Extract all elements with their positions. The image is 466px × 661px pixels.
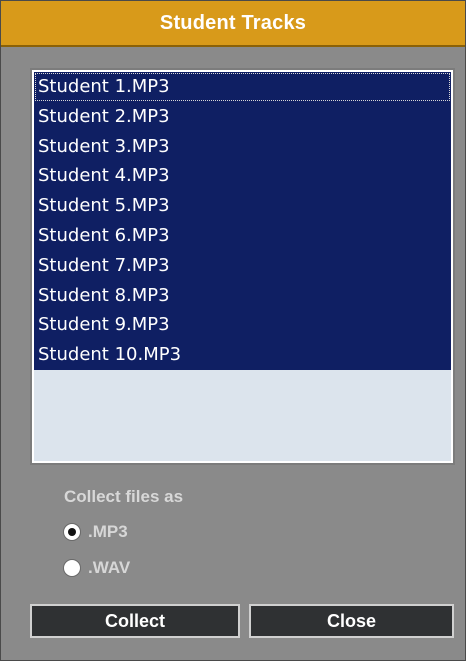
track-item-9[interactable]: Student 9.MP3 [34, 310, 451, 341]
track-item-4[interactable]: Student 4.MP3 [34, 161, 451, 192]
track-item-10[interactable]: Student 10.MP3 [34, 340, 451, 370]
mp3-radio-button[interactable] [63, 523, 81, 541]
track-item-3[interactable]: Student 3.MP3 [34, 131, 451, 162]
track-item-6[interactable]: Student 6.MP3 [34, 220, 451, 251]
tracks-list: Student 1.MP3 Student 2.MP3 Student 3.MP… [34, 72, 451, 461]
collect-files-label: Collect files as [64, 487, 184, 506]
track-item-2[interactable]: Student 2.MP3 [34, 101, 451, 132]
student-tracks-dialog: Student Tracks Student 1.MP3 Student 2.M… [0, 0, 466, 661]
wav-radio-label: .WAV [88, 558, 131, 577]
track-item-8[interactable]: Student 8.MP3 [34, 280, 451, 311]
track-item-5[interactable]: Student 5.MP3 [34, 191, 451, 221]
mp3-radio-option[interactable]: .MP3 [63, 520, 128, 544]
collect-button[interactable]: Collect [30, 604, 240, 638]
tracks-listbox[interactable]: Student 1.MP3 Student 2.MP3 Student 3.MP… [30, 68, 455, 465]
track-item-7[interactable]: Student 7.MP3 [34, 250, 451, 281]
track-item-1[interactable]: Student 1.MP3 [34, 72, 451, 102]
dialog-title: Student Tracks [159, 11, 307, 34]
wav-radio-option[interactable]: .WAV [63, 556, 130, 580]
radio-selected-dot [68, 528, 76, 536]
wav-radio-button[interactable] [63, 559, 81, 577]
dialog-title-bar: Student Tracks [1, 1, 465, 47]
close-button[interactable]: Close [249, 604, 454, 638]
mp3-radio-label: .MP3 [88, 522, 128, 541]
